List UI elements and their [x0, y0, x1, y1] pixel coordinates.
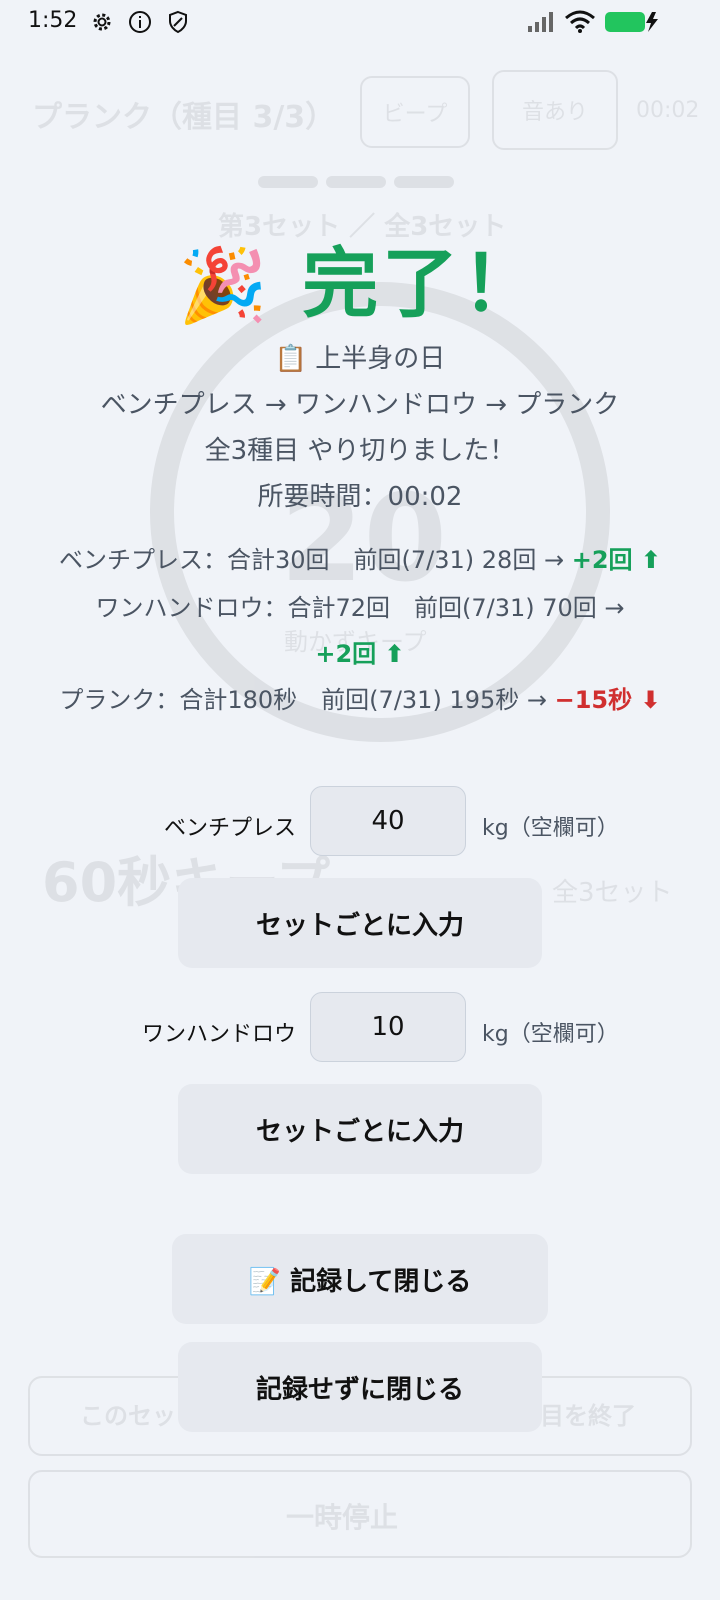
party-popper-icon: 🎉: [177, 243, 272, 327]
day-label: 📋 上半身の日: [274, 344, 446, 374]
weight-input-bench-press[interactable]: [310, 786, 466, 856]
save-and-close-button[interactable]: 📝 記録して閉じる: [172, 1234, 548, 1324]
end-exercise-button: 目を終了: [540, 1402, 636, 1430]
completion-title: 🎉 完了！: [0, 222, 720, 332]
per-set-input-button-one-hand-row[interactable]: セットごとに入力: [178, 1084, 542, 1174]
pause-button: 一時停止: [286, 1501, 399, 1534]
stat-delta-up: +2回 ⬆: [315, 640, 405, 668]
stat-bench-press: ベンチプレス：合計30回 前回(7/31) 28回 → +2回 ⬆: [59, 546, 661, 574]
duration-label: 所要時間：00:02: [257, 482, 463, 512]
weight-label-bench-press: ベンチプレス: [163, 816, 296, 841]
workout-complete-screen: 1:52 プランク（種目 3/3） ビープ 音あり 00:02 第3セット ／ …: [0, 0, 720, 1600]
beep-button: ビープ: [360, 76, 470, 148]
weight-input-one-hand-row[interactable]: [310, 992, 466, 1062]
weight-unit-label: kg（空欄可）: [482, 1022, 619, 1047]
exercise-title: プランク（種目 3/3）: [32, 100, 336, 135]
close-without-saving-button[interactable]: 記録せずに閉じる: [178, 1342, 542, 1432]
exercise-sequence: ベンチプレス → ワンハンドロウ → プランク: [100, 390, 620, 420]
total-sets-label: 全3セット: [552, 878, 673, 908]
stat-one-hand-row: ワンハンドロウ：合計72回 前回(7/31) 70回 →: [95, 594, 625, 622]
weight-unit-label: kg（空欄可）: [482, 816, 619, 841]
stat-delta-down: −15秒 ⬇: [554, 686, 661, 714]
weight-label-one-hand-row: ワンハンドロウ: [141, 1022, 296, 1047]
per-set-input-button-bench-press[interactable]: セットごとに入力: [178, 878, 542, 968]
stat-plank: プランク：合計180秒 前回(7/31) 195秒 → −15秒 ⬇: [59, 686, 661, 714]
stat-one-hand-row-delta: +2回 ⬆: [0, 634, 720, 669]
elapsed-timer: 00:02: [636, 98, 700, 123]
sound-button: 音あり: [492, 70, 618, 150]
completion-title-text: 完了！: [302, 239, 543, 328]
completed-message: 全3種目 やり切りました！: [204, 436, 516, 466]
stat-delta-up: +2回 ⬆: [571, 546, 661, 574]
